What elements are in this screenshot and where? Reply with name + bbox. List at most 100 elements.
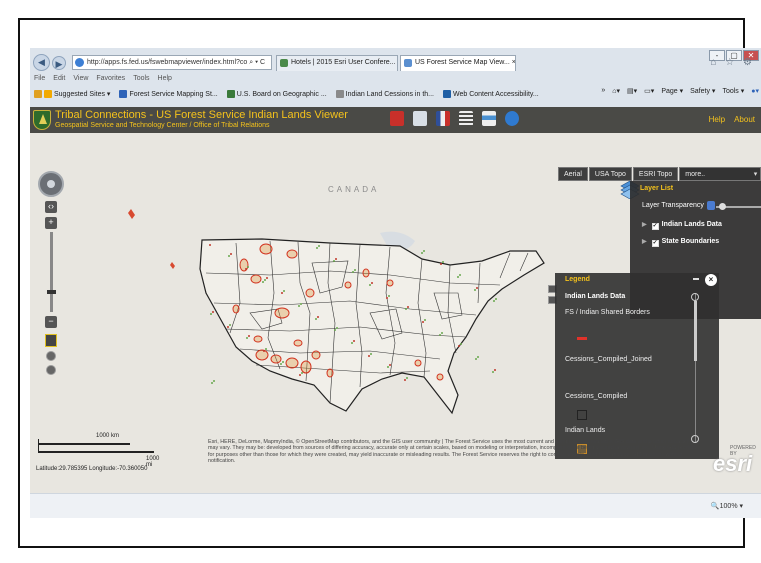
pan-compass-icon[interactable] — [38, 171, 64, 197]
overflow-chevron[interactable]: » — [601, 87, 605, 95]
cession-point — [442, 261, 444, 263]
indian-land-area — [386, 279, 394, 287]
share-icon[interactable] — [413, 111, 427, 126]
cession-point — [298, 305, 300, 307]
cession-point — [371, 282, 373, 284]
pan-hand-icon[interactable] — [45, 334, 57, 347]
tools-menu[interactable]: Tools ▾ — [722, 87, 744, 95]
fav-board-geographic[interactable]: U.S. Board on Geographic ... — [226, 87, 327, 101]
cession-point — [353, 340, 355, 342]
basemap-more-dropdown[interactable]: more.. — [679, 167, 761, 182]
indian-land-area — [311, 350, 321, 360]
back-arrow-icon[interactable]: ◀ — [33, 54, 50, 71]
cession-point — [354, 269, 356, 271]
slide-frame: - ▢ ✕ ◀ ▶ http://apps.fs.fed.us/fswebmap… — [18, 18, 761, 548]
help-link[interactable]: Help — [709, 115, 725, 124]
forward-arrow-icon[interactable]: ▶ — [52, 56, 66, 70]
cession-point — [459, 274, 461, 276]
home-icon[interactable]: ⌂▾ — [612, 87, 620, 95]
menu-view[interactable]: View — [73, 75, 88, 82]
indian-land-area — [253, 335, 263, 343]
pdf-icon[interactable] — [390, 111, 404, 126]
feeds-icon[interactable]: ▤▾ — [627, 87, 637, 95]
cession-point — [475, 358, 477, 360]
zoom-extent-icon[interactable] — [46, 351, 56, 361]
command-bar: » ⌂▾ ▤▾ ▭▾ Page ▾ Safety ▾ Tools ▾ ●▾ — [601, 87, 759, 95]
scroll-up-icon[interactable] — [691, 293, 699, 301]
address-bar[interactable]: http://apps.fs.fed.us/fswebmapviewer/ind… — [72, 55, 272, 70]
legend-book-icon[interactable] — [436, 111, 450, 126]
layer-checkbox[interactable]: ✓ — [651, 223, 659, 230]
fav-label: Web Content Accessibility... — [453, 90, 539, 98]
fav-forest-service-mapping[interactable]: Forest Service Mapping St... — [119, 87, 218, 101]
info-icon[interactable] — [505, 111, 519, 126]
expand-arrow-icon[interactable]: ▶ — [642, 239, 647, 245]
home-favorites-settings-icons[interactable]: ⌂ ☆ ⚙ — [710, 57, 755, 68]
list-icon[interactable] — [459, 111, 473, 126]
scroll-thumb[interactable] — [694, 301, 697, 361]
indian-land-area — [286, 249, 298, 259]
legend-item-cessions-compiled: Cessions_Compiled — [565, 393, 628, 400]
cession-point — [477, 356, 479, 358]
menu-help[interactable]: Help — [158, 75, 172, 82]
star-icon — [34, 90, 42, 98]
indian-land-area — [255, 349, 269, 361]
indian-land-area — [285, 357, 299, 369]
cession-point — [370, 353, 372, 355]
cession-point — [283, 290, 285, 292]
cession-point — [495, 298, 497, 300]
print-icon[interactable]: ▭▾ — [644, 87, 654, 95]
legend-item-cessions-joined: Cessions_Compiled_Joined — [565, 356, 652, 363]
navigation-control: ‹› + − — [36, 171, 70, 375]
page-menu[interactable]: Page ▾ — [661, 87, 683, 95]
transparency-slider[interactable] — [716, 203, 761, 210]
indian-land-area — [274, 307, 290, 319]
cession-point — [248, 335, 250, 337]
basemap-switcher: Aerial USA Topo ESRI Topo more.. — [558, 167, 761, 182]
cession-point — [458, 345, 460, 347]
layer-checkbox[interactable]: ✓ — [651, 240, 659, 247]
about-link[interactable]: About — [734, 115, 755, 124]
menu-favorites[interactable]: Favorites — [96, 75, 125, 82]
esri-logo[interactable]: esri — [713, 451, 752, 477]
scale-mi-bar — [38, 451, 154, 453]
zoom-prev-next[interactable]: ‹› — [45, 201, 57, 213]
layers-icon[interactable] — [482, 111, 496, 126]
legend-scrollbar[interactable] — [691, 293, 699, 443]
legend-close-button[interactable]: × — [705, 274, 717, 286]
zoom-level-dropdown[interactable]: 🔍100% ▾ — [711, 502, 743, 510]
zoom-in-button[interactable]: + — [45, 217, 57, 229]
tab-forest-service[interactable]: US Forest Service Map View... × — [400, 55, 516, 71]
fav-suggested-sites[interactable]: Suggested Sites ▾ — [34, 87, 110, 101]
fav-indian-land-cessions[interactable]: Indian Land Cessions in th... — [335, 87, 434, 101]
indian-land-area — [293, 339, 303, 347]
indian-land-area — [326, 368, 334, 378]
cession-point — [209, 244, 211, 246]
zoom-out-button[interactable]: − — [45, 316, 57, 328]
transparency-toggle-icon[interactable] — [707, 201, 715, 210]
minimize-icon[interactable] — [693, 278, 699, 280]
cession-point — [388, 295, 390, 297]
cession-point — [212, 311, 214, 313]
cession-point — [351, 342, 353, 344]
cession-point — [424, 319, 426, 321]
tab-label: US Forest Service Map View... × — [415, 59, 516, 66]
zoom-slider[interactable] — [47, 232, 56, 312]
menu-edit[interactable]: Edit — [53, 75, 65, 82]
locate-icon[interactable] — [46, 365, 56, 375]
tab-hotels[interactable]: Hotels | 2015 Esri User Confere... — [276, 55, 398, 71]
layer-row-indian-lands[interactable]: ▶ ✓ Indian Lands Data — [642, 221, 722, 230]
expand-arrow-icon[interactable]: ▶ — [642, 222, 647, 228]
hotel-favicon-icon — [280, 59, 288, 67]
cession-point — [211, 382, 213, 384]
cession-point — [282, 361, 284, 363]
cession-point — [213, 380, 215, 382]
fav-web-content-accessibility[interactable]: Web Content Accessibility... — [443, 87, 539, 101]
menu-tools[interactable]: Tools — [133, 75, 149, 82]
map-view[interactable]: CANADA Aerial USA Topo ESRI Topo more.. … — [30, 133, 761, 493]
menu-file[interactable]: File — [34, 75, 45, 82]
layer-row-state-boundaries[interactable]: ▶ ✓ State Boundaries — [642, 238, 719, 247]
safety-menu[interactable]: Safety ▾ — [690, 87, 715, 95]
basemap-aerial[interactable]: Aerial — [558, 167, 588, 181]
help-circle-icon[interactable]: ●▾ — [751, 87, 759, 95]
